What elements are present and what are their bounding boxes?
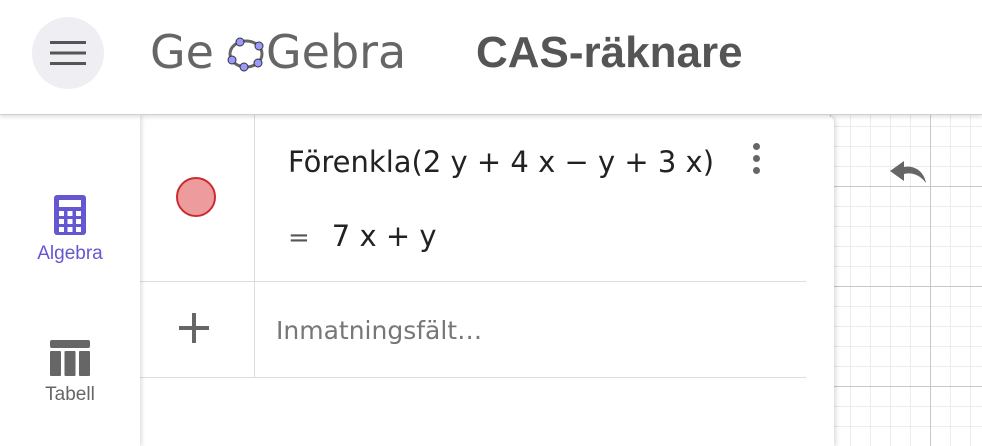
table-icon bbox=[50, 340, 90, 376]
more-options-button[interactable] bbox=[748, 143, 764, 183]
app-header: Ge Gebra CAS-räknare bbox=[0, 0, 982, 115]
calculator-icon bbox=[54, 195, 86, 235]
nav-label-algebra: Algebra bbox=[37, 243, 103, 264]
input-bar[interactable] bbox=[276, 310, 776, 350]
plus-icon[interactable] bbox=[176, 310, 212, 346]
marble-cell bbox=[140, 115, 255, 281]
main-menu-button[interactable] bbox=[32, 17, 104, 89]
cas-row[interactable]: Förenkla(2 y + 4 x − y + 3 x) = 7 x + y bbox=[140, 115, 806, 282]
app-title: CAS-räknare bbox=[476, 28, 743, 77]
cas-panel: Förenkla(2 y + 4 x − y + 3 x) = 7 x + y bbox=[140, 115, 834, 446]
cas-output-value: 7 x + y bbox=[331, 219, 437, 253]
undo-button[interactable] bbox=[880, 150, 936, 194]
add-cell bbox=[140, 282, 255, 377]
geogebra-logo: Ge Gebra bbox=[150, 22, 430, 82]
input-row[interactable] bbox=[140, 282, 806, 378]
cas-input-expression[interactable]: Förenkla(2 y + 4 x − y + 3 x) bbox=[288, 145, 714, 179]
undo-icon bbox=[890, 161, 926, 183]
cas-output: = 7 x + y bbox=[288, 219, 437, 253]
svg-text:Ge: Ge bbox=[150, 25, 214, 79]
nav-item-algebra[interactable]: Algebra bbox=[0, 195, 140, 265]
side-navigation: Algebra Tabell bbox=[0, 115, 140, 446]
hamburger-menu-icon bbox=[50, 41, 86, 65]
output-equals-sign: = bbox=[288, 223, 310, 253]
visibility-marble[interactable] bbox=[176, 177, 216, 217]
nav-item-table[interactable]: Tabell bbox=[0, 340, 140, 406]
nav-label-table: Tabell bbox=[45, 384, 95, 405]
more-vertical-icon bbox=[752, 143, 760, 150]
svg-text:Gebra: Gebra bbox=[266, 25, 406, 79]
